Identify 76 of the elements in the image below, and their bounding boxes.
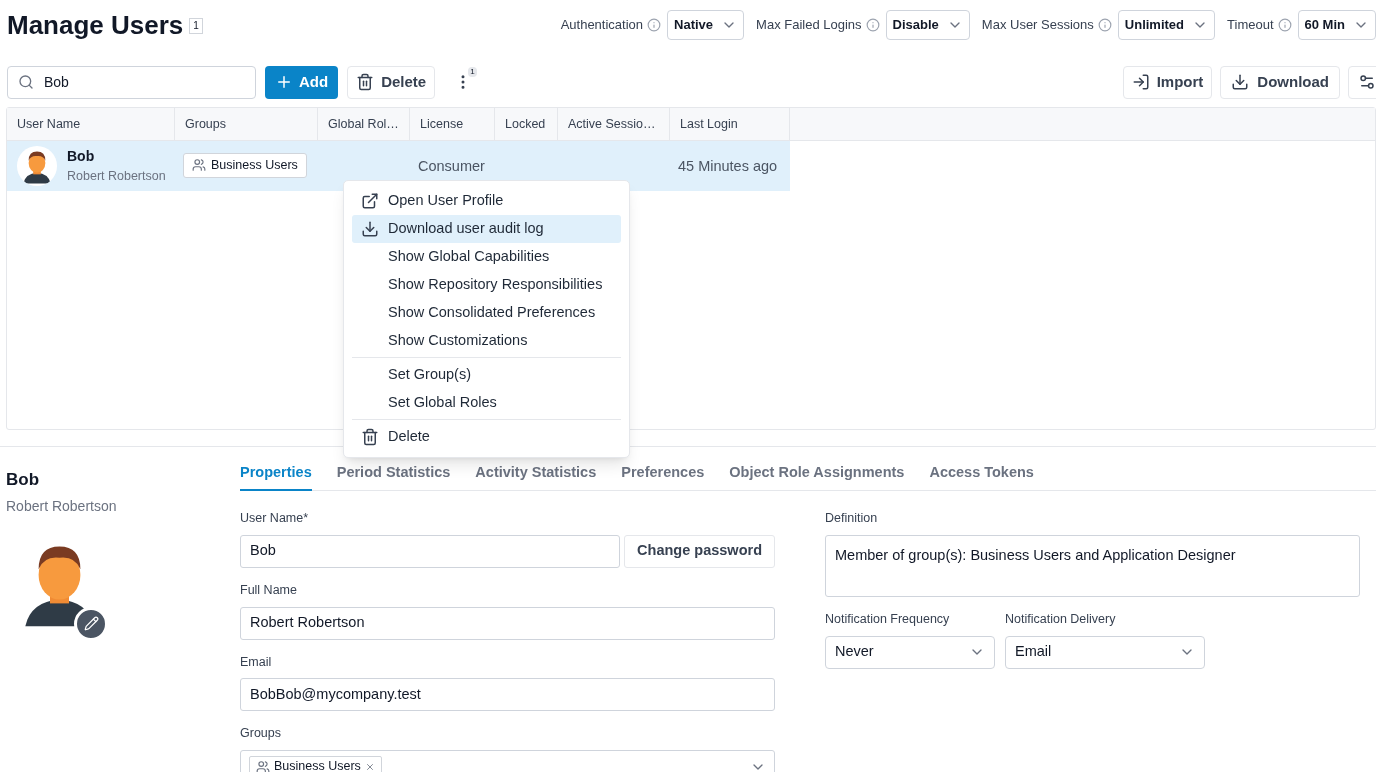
group-chip: Business Users <box>183 152 307 178</box>
user-name: Bob <box>67 147 96 167</box>
filter-settings-button[interactable] <box>1348 65 1376 99</box>
field-label: Email <box>240 653 273 671</box>
table-cell: 45 Minutes ago <box>678 158 778 174</box>
users-icon <box>192 158 206 173</box>
column-header[interactable]: Groups <box>185 114 226 134</box>
download-button[interactable]: Download <box>1220 65 1340 99</box>
field-label: Definition <box>825 510 879 527</box>
edit-icon <box>83 616 99 631</box>
delete-button[interactable]: Delete <box>347 65 436 99</box>
info-icon <box>865 18 880 32</box>
setting-label: Authentication <box>560 16 644 35</box>
setting-label: Max Failed Logins <box>756 16 862 35</box>
trash-icon <box>356 73 375 91</box>
external-link-icon <box>361 192 379 210</box>
field-label: User Name* <box>240 510 310 527</box>
notification-delivery-select[interactable]: Email <box>1005 635 1205 669</box>
column-header[interactable]: Active Sessio… <box>568 114 656 134</box>
setting-select[interactable]: 60 Min <box>1297 10 1376 40</box>
menu-item[interactable]: Set Global Roles <box>352 389 621 417</box>
search-icon <box>18 74 34 90</box>
download-icon <box>1231 73 1250 91</box>
column-header[interactable]: Locked <box>505 114 546 134</box>
import-button[interactable]: Import <box>1122 65 1213 99</box>
more-badge: 1 <box>468 67 477 77</box>
definition-field[interactable]: Member of group(s): Business Users and Application Designer <box>825 534 1360 597</box>
menu-item[interactable]: Set Group(s) <box>352 361 621 389</box>
info-icon <box>1277 18 1292 32</box>
tab[interactable]: Preferences <box>621 447 705 491</box>
field-label: Notification Delivery <box>1005 610 1117 628</box>
menu-item[interactable]: Show Global Capabilities <box>352 243 621 271</box>
add-button[interactable]: Add <box>265 65 339 99</box>
tab[interactable]: Properties <box>240 447 312 491</box>
detail-user-name: Bob <box>6 469 41 491</box>
tab[interactable]: Access Tokens <box>929 447 1034 491</box>
plus-icon <box>275 73 293 91</box>
table-row[interactable]: Bob Robert Robertson Business Users Consumer 45 Minutes ago <box>7 141 790 191</box>
remove-icon[interactable] <box>364 761 375 772</box>
menu-item[interactable]: Show Consolidated Preferences <box>352 299 621 327</box>
trash-icon <box>361 428 379 446</box>
users-icon <box>256 759 270 772</box>
column-header[interactable]: User Name <box>17 114 81 134</box>
count-badge: 1 <box>189 18 203 34</box>
setting-select[interactable]: Unlimited <box>1117 10 1216 40</box>
info-icon <box>647 18 662 32</box>
column-header[interactable]: License <box>420 114 464 134</box>
tab[interactable]: Object Role Assignments <box>729 447 905 491</box>
setting-label: Timeout <box>1227 16 1274 35</box>
download-icon <box>361 220 379 238</box>
import-icon <box>1131 73 1150 91</box>
user-full-name: Robert Robertson <box>67 168 166 186</box>
field-label: Full Name <box>240 581 298 599</box>
search-field[interactable]: Bob <box>7 65 256 99</box>
menu-item[interactable]: Download user audit log <box>352 215 621 243</box>
field-label: Groups <box>240 725 282 743</box>
change-password-button[interactable]: Change password <box>624 534 775 568</box>
info-icon <box>1097 18 1112 32</box>
menu-item[interactable]: Show Customizations <box>352 327 621 355</box>
user-name-field[interactable]: Bob <box>240 534 621 568</box>
detail-full-name: Robert Robertson <box>6 496 118 516</box>
setting-select[interactable]: Native <box>667 10 745 40</box>
menu-item[interactable]: Show Repository Responsibilities <box>352 271 621 299</box>
notification-frequency-select[interactable]: Never <box>825 635 995 669</box>
group-chip: Business Users <box>249 755 382 772</box>
table-cell: Consumer <box>418 158 485 174</box>
setting-label: Max User Sessions <box>981 16 1094 35</box>
sliders-icon <box>1358 73 1376 91</box>
groups-field[interactable]: Business Users <box>240 750 775 772</box>
full-name-field[interactable]: Robert Robertson <box>240 606 775 640</box>
setting-select[interactable]: Disable <box>885 10 970 40</box>
page-title: Manage Users <box>7 8 184 42</box>
column-header[interactable]: Global Rol… <box>328 114 399 134</box>
field-label: Notification Frequency <box>825 610 951 628</box>
email-field[interactable]: BobBob@mycompany.test <box>240 678 775 712</box>
column-header[interactable]: Last Login <box>680 114 738 134</box>
